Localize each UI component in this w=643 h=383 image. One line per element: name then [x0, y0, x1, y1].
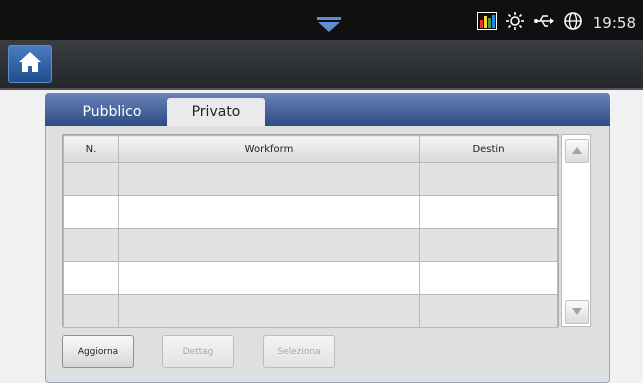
table-row[interactable]	[63, 195, 558, 229]
status-bar: 19:58	[0, 0, 643, 40]
table-row[interactable]	[63, 294, 558, 328]
column-header-number[interactable]: N.	[63, 135, 119, 163]
table-cell	[63, 162, 119, 196]
table-cell	[118, 195, 420, 229]
table-cell	[63, 195, 119, 229]
table-cell	[118, 228, 420, 262]
globe-icon	[563, 11, 583, 35]
column-header-destination[interactable]: Destin	[419, 135, 558, 163]
scroll-down-button[interactable]	[565, 300, 589, 324]
details-button[interactable]: Dettag	[162, 335, 234, 368]
table-cell	[419, 195, 558, 229]
table-row[interactable]	[63, 162, 558, 196]
table-cell	[118, 162, 420, 196]
table-cell	[63, 294, 119, 328]
table-cell	[63, 228, 119, 262]
bar-graph-icon	[477, 12, 497, 34]
workform-table: N. Workform Destin	[62, 134, 559, 328]
usb-icon	[533, 12, 555, 34]
table-cell	[419, 261, 558, 295]
home-icon	[18, 51, 42, 77]
tab-bar: Pubblico Privato	[45, 93, 610, 126]
refresh-button[interactable]: Aggiorna	[62, 335, 134, 368]
tab-privato[interactable]: Privato	[167, 98, 265, 126]
table-row[interactable]	[63, 228, 558, 262]
notification-pull-icon[interactable]	[316, 15, 342, 35]
table-row[interactable]	[63, 261, 558, 295]
clock-time: 19:58	[592, 14, 636, 32]
table-scrollbar[interactable]	[561, 134, 591, 327]
scroll-up-button[interactable]	[565, 139, 589, 163]
table-cell	[118, 294, 420, 328]
arrow-up-icon	[572, 146, 582, 157]
table-cell	[419, 294, 558, 328]
home-button[interactable]	[8, 45, 52, 83]
select-button[interactable]: Seleziona	[263, 335, 335, 368]
table-cell	[118, 261, 420, 295]
tab-pubblico[interactable]: Pubblico	[57, 98, 167, 126]
app-toolbar	[0, 40, 643, 90]
column-header-workform[interactable]: Workform	[118, 135, 420, 163]
table-cell	[419, 162, 558, 196]
arrow-down-icon	[572, 307, 582, 318]
table-cell	[419, 228, 558, 262]
sun-icon	[505, 11, 525, 35]
table-cell	[63, 261, 119, 295]
